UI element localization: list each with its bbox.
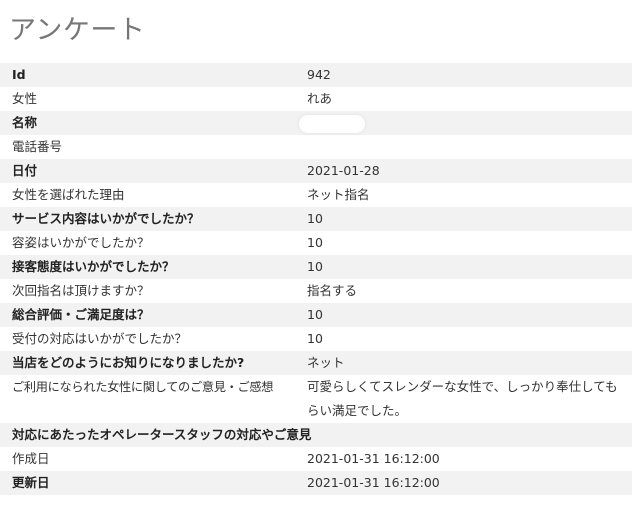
table-row-updated: 更新日 2021-01-31 16:12:00	[0, 471, 632, 495]
row-label: 総合評価・ご満足度は？	[12, 307, 150, 322]
row-value: 10	[307, 331, 323, 346]
survey-detail-table: Id 942 女性 れあ 名称 電話番号 日付 2021-01-28 女性を選ば…	[0, 63, 632, 495]
row-label: 次回指名は頂けますか？	[12, 283, 150, 298]
row-value: 10	[307, 307, 323, 322]
row-value: れあ	[307, 91, 333, 106]
row-value: ネット指名	[307, 187, 370, 202]
row-value: 指名する	[307, 283, 358, 298]
row-label: 作成日	[12, 451, 50, 466]
table-row-id: Id 942	[0, 63, 632, 87]
row-label: 接客態度はいかがでしたか？	[12, 259, 175, 274]
row-value: ネット	[307, 355, 345, 370]
row-label: Id	[12, 67, 26, 82]
row-label: 電話番号	[12, 139, 63, 154]
row-label: 当店をどのようにお知りになりましたか?	[12, 355, 245, 370]
table-row-next-nomination: 次回指名は頂けますか？ 指名する	[0, 279, 632, 303]
row-value-masked	[299, 111, 632, 135]
row-label: ご利用になられた女性に関してのご意見・ご感想	[12, 380, 274, 394]
row-value: 可愛らしくてスレンダーな女性で、しっかり奉仕してもらい満足でした。	[307, 379, 618, 418]
row-value: 2021-01-28	[307, 163, 380, 178]
table-row-phone: 電話番号	[0, 135, 632, 159]
row-label: 名称	[12, 115, 38, 130]
page-title: アンケート	[9, 15, 146, 46]
table-row-service: サービス内容はいかがでしたか？ 10	[0, 207, 632, 231]
row-value: 942	[307, 67, 331, 82]
row-label: 更新日	[12, 475, 50, 490]
row-value: 2021-01-31 16:12:00	[307, 475, 440, 490]
table-row-woman: 女性 れあ	[0, 87, 632, 111]
row-label: 受付の対応はいかがでしたか？	[12, 331, 188, 346]
table-row-attitude: 接客態度はいかがでしたか？ 10	[0, 255, 632, 279]
row-label-text: 対応にあたったオペレータースタッフの対応やご意見	[12, 427, 312, 442]
row-label: 容姿はいかがでしたか？	[12, 235, 150, 250]
row-label: サービス内容はいかがでしたか？	[12, 211, 200, 226]
row-value: 10	[307, 211, 323, 226]
table-row-name: 名称	[0, 111, 632, 135]
row-value: 10	[307, 235, 323, 250]
table-row-overall: 総合評価・ご満足度は？ 10	[0, 303, 632, 327]
row-label: 対応にあたったオペレータースタッフの対応やご意見	[0, 423, 632, 447]
table-row-appearance: 容姿はいかがでしたか？ 10	[0, 231, 632, 255]
row-label: 女性を選ばれた理由	[12, 187, 125, 202]
row-label: 日付	[12, 163, 38, 178]
table-row-reception: 受付の対応はいかがでしたか？ 10	[0, 327, 632, 351]
table-row-created: 作成日 2021-01-31 16:12:00	[0, 447, 632, 471]
row-value: 10	[307, 259, 323, 274]
redaction-mask	[299, 114, 365, 133]
table-row-operator: 対応にあたったオペレータースタッフの対応やご意見	[0, 423, 632, 447]
row-label: 女性	[12, 91, 38, 106]
table-row-source: 当店をどのようにお知りになりましたか? ネット	[0, 351, 632, 375]
row-value: 2021-01-31 16:12:00	[307, 451, 440, 466]
table-row-date: 日付 2021-01-28	[0, 159, 632, 183]
table-row-feedback: ご利用になられた女性に関してのご意見・ご感想 可愛らしくてスレンダーな女性で、し…	[0, 375, 632, 423]
row-value	[300, 135, 632, 159]
table-row-reason: 女性を選ばれた理由 ネット指名	[0, 183, 632, 207]
